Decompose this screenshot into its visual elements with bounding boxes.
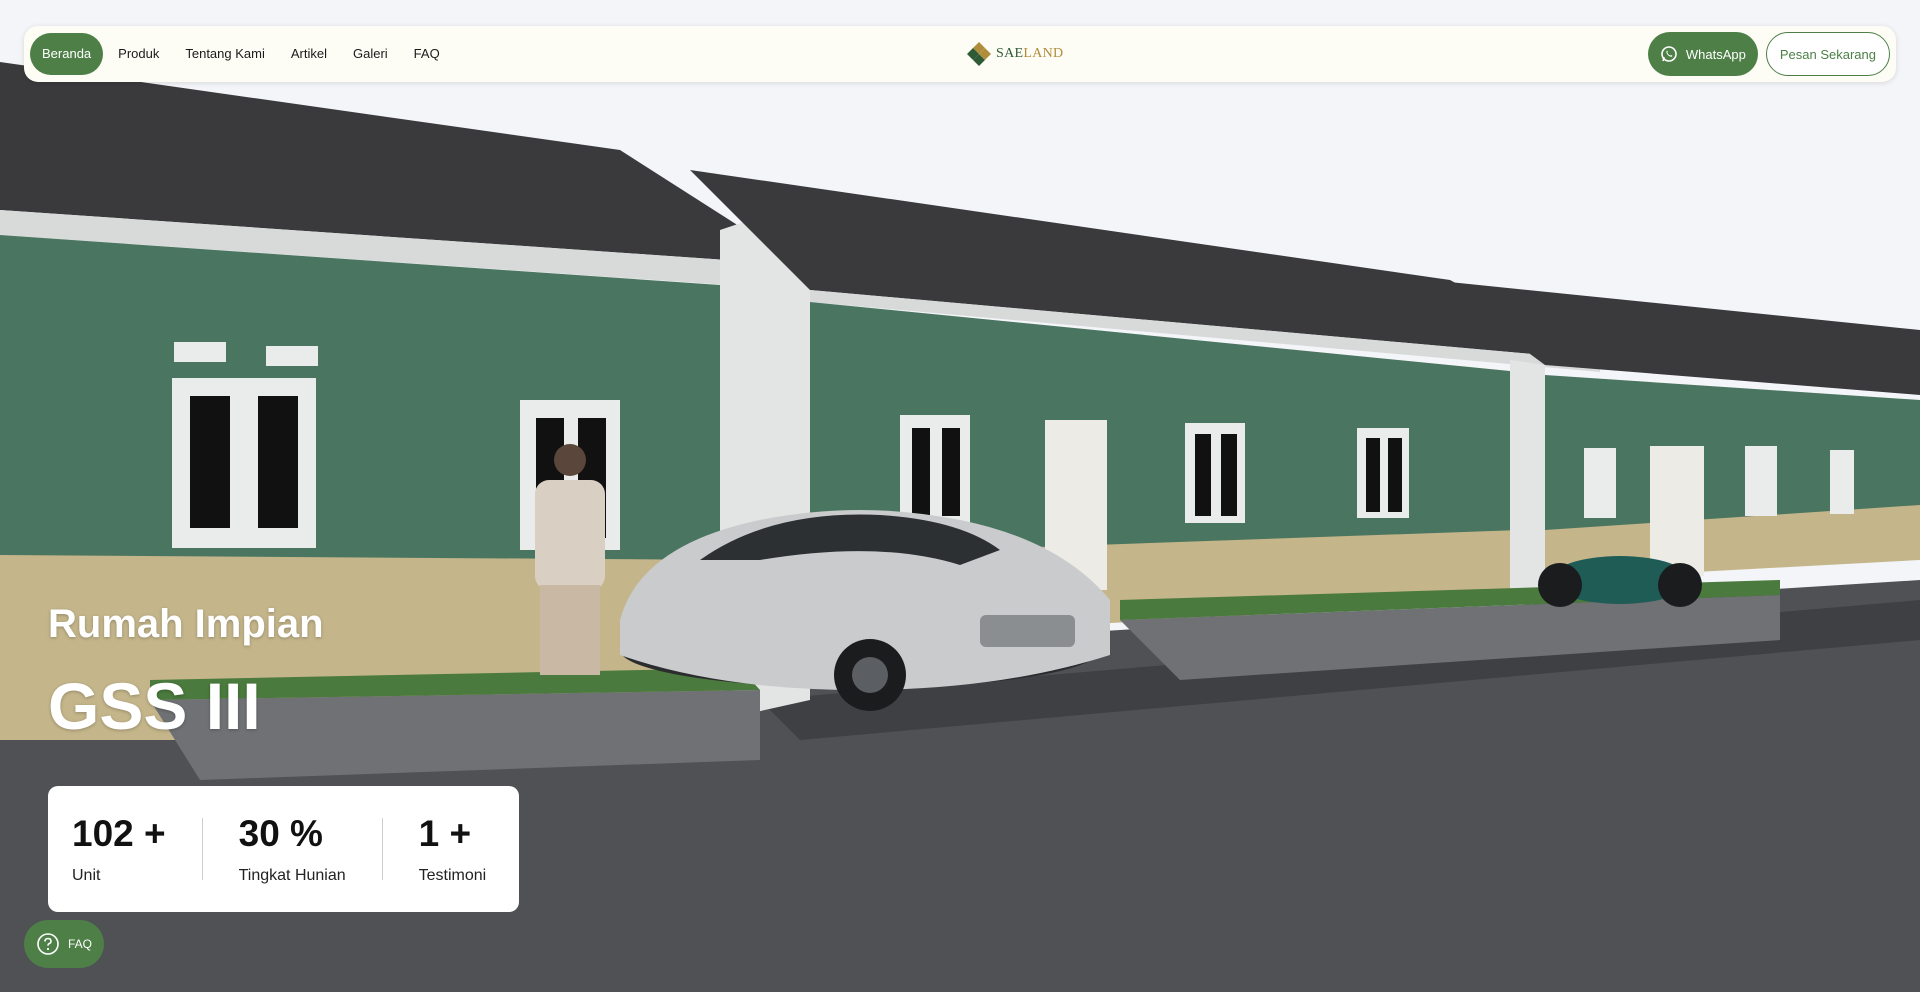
- top-navbar: Beranda Produk Tentang Kami Artikel Gale…: [24, 26, 1896, 82]
- stat-label: Unit: [72, 867, 101, 884]
- nav-item-produk[interactable]: Produk: [107, 33, 170, 75]
- stat-divider: [201, 818, 203, 880]
- order-now-button[interactable]: Pesan Sekarang: [1765, 32, 1890, 76]
- whatsapp-icon: [1661, 46, 1677, 62]
- faq-floating-button[interactable]: FAQ: [24, 920, 104, 968]
- nav-item-faq[interactable]: FAQ: [403, 33, 451, 75]
- stat-unit: 102 + Unit: [72, 813, 166, 885]
- stat-label: Testimoni: [418, 867, 487, 884]
- stat-divider: [381, 818, 383, 880]
- stats-card: 102 + Unit 30 % Tingkat Hunian 1 + Testi…: [48, 786, 519, 912]
- faq-button-label: FAQ: [67, 937, 92, 951]
- nav-actions: WhatsApp Pesan Sekarang: [1647, 32, 1890, 76]
- stat-value: 102 +: [72, 813, 166, 854]
- site-logo[interactable]: SAELAND: [966, 40, 1063, 68]
- nav-item-artikel[interactable]: Artikel: [280, 33, 338, 75]
- stat-label: Tingkat Hunian: [238, 867, 346, 884]
- logo-icon: [967, 42, 991, 66]
- nav-menu: Beranda Produk Tentang Kami Artikel Gale…: [30, 33, 451, 75]
- stat-value: 30 %: [238, 813, 323, 854]
- stat-testimonial: 1 + Testimoni: [419, 813, 487, 885]
- logo-text-land: LAND: [1023, 46, 1064, 61]
- hero-subtitle: Rumah Impian: [48, 602, 324, 646]
- whatsapp-label: WhatsApp: [1685, 46, 1746, 62]
- nav-item-tentang-kami[interactable]: Tentang Kami: [174, 33, 276, 75]
- nav-item-galeri[interactable]: Galeri: [342, 33, 399, 75]
- question-icon: [37, 933, 59, 955]
- logo-text: SAELAND: [996, 46, 1063, 62]
- stat-occupancy: 30 % Tingkat Hunian: [239, 813, 346, 885]
- order-now-label: Pesan Sekarang: [1779, 46, 1876, 62]
- nav-item-beranda[interactable]: Beranda: [30, 33, 104, 75]
- stat-value: 1 +: [418, 813, 472, 854]
- whatsapp-button[interactable]: WhatsApp: [1647, 32, 1758, 76]
- logo-text-sae: SAE: [996, 46, 1024, 61]
- hero-title: GSS III: [48, 669, 261, 743]
